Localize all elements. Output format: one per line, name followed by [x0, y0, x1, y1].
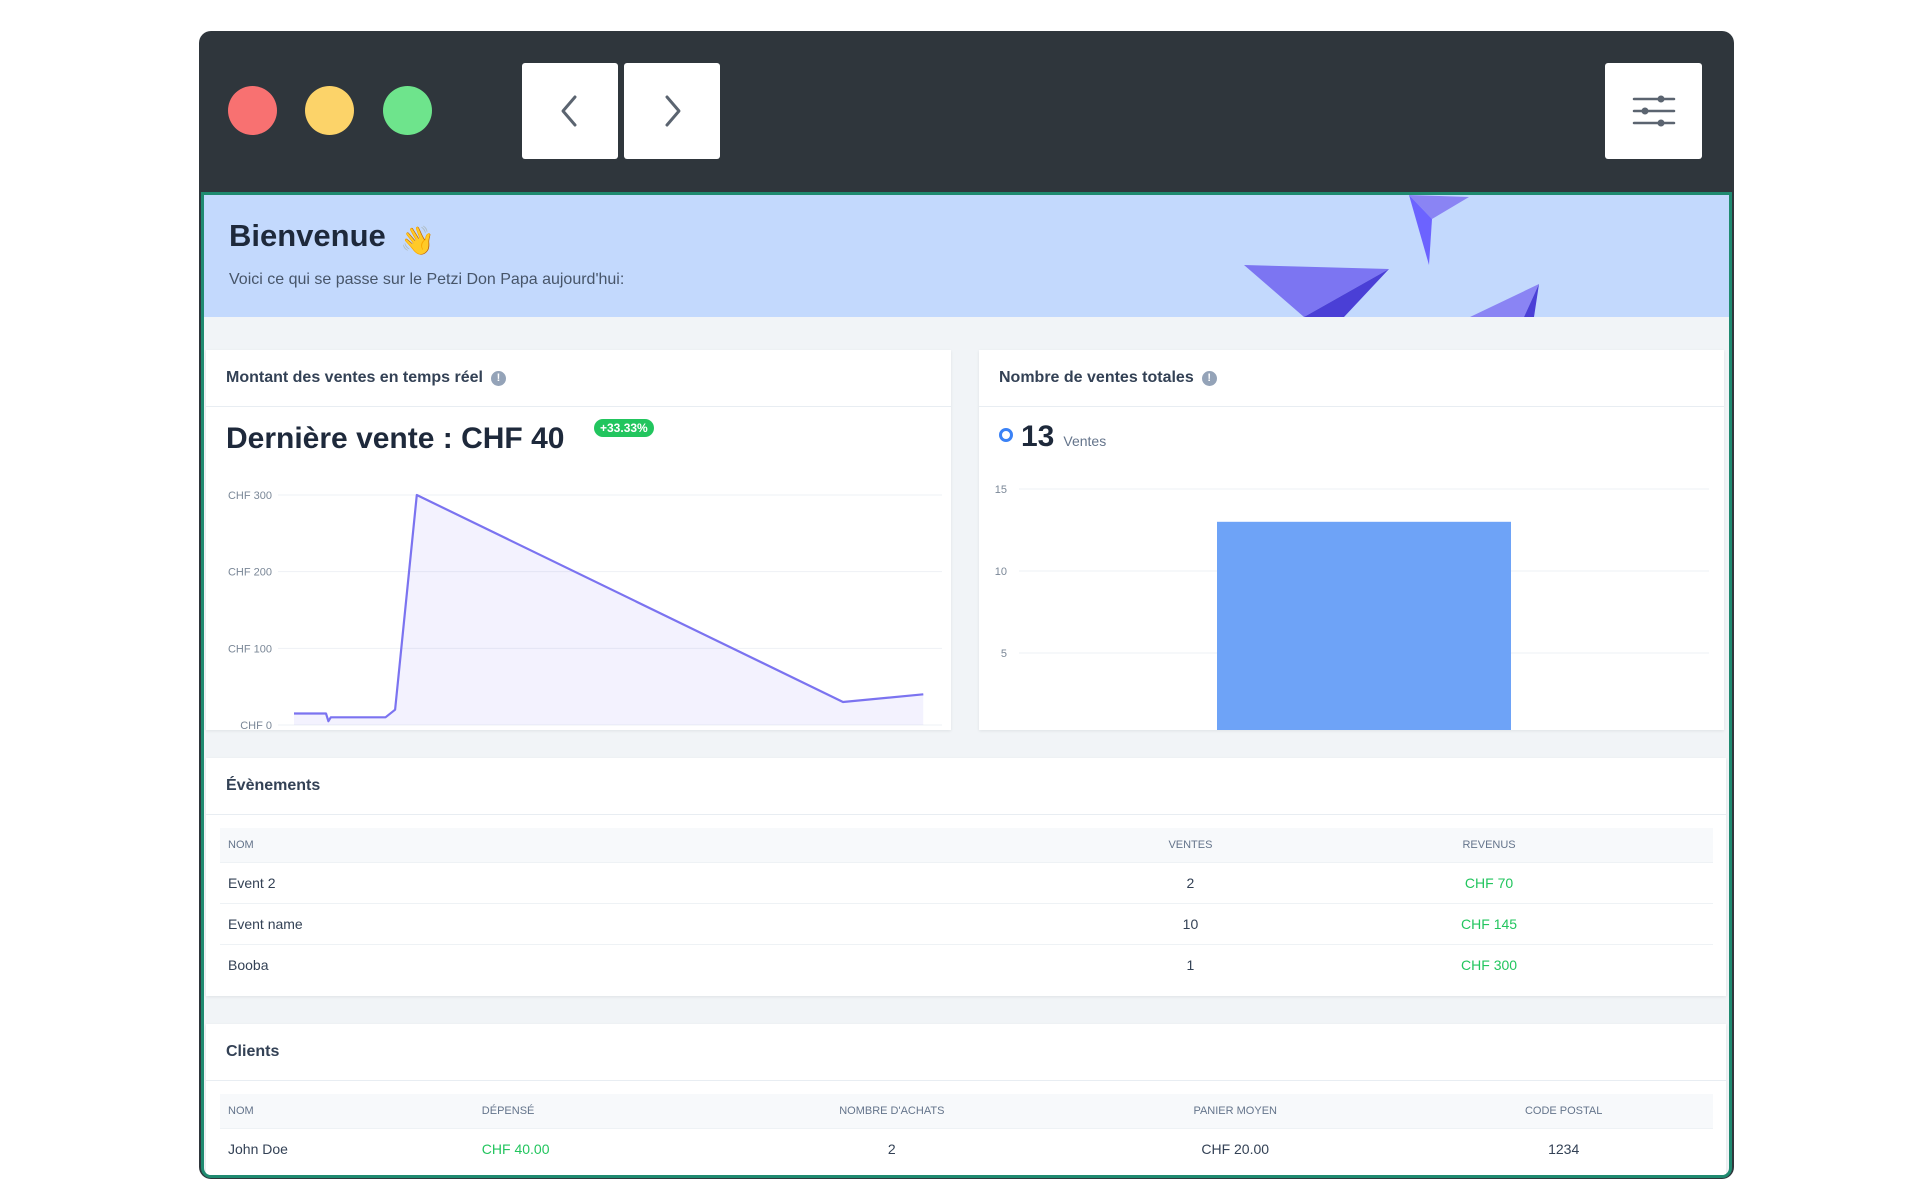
events-table-header: Nom Ventes Revenus [220, 828, 1713, 863]
table-row[interactable]: John Doe CHF 40.00 2 CHF 20.00 1234 [220, 1128, 1713, 1169]
client-name: John Doe [220, 1128, 474, 1169]
clients-table-header: Nom Dépensé Nombre d'achats Panier moyen… [220, 1094, 1713, 1129]
event-name: Booba [220, 944, 1116, 985]
page-viewport: Bienvenue 👋 Voici ce qui se passe sur le… [201, 192, 1732, 1178]
clients-header: Clients [206, 1024, 1726, 1081]
event-sales: 2 [1115, 862, 1266, 904]
sales-bar-chart: 05101506-01-24 [995, 484, 1709, 730]
client-purchases: 2 [727, 1128, 1057, 1169]
client-avg-basket: CHF 20.00 [1056, 1128, 1415, 1169]
clients-title: Clients [226, 1043, 280, 1060]
y-tick-label: 10 [995, 566, 1007, 578]
event-sales: 10 [1115, 903, 1266, 945]
event-sales: 1 [1115, 944, 1266, 985]
y-tick-label: 15 [995, 484, 1007, 496]
table-row[interactable]: Event 2 2 CHF 70 [220, 862, 1713, 904]
events-table: Nom Ventes Revenus Event 2 2 CHF 70 Even… [220, 828, 1713, 985]
event-name: Event name [220, 903, 1116, 945]
close-window-button[interactable] [228, 86, 277, 135]
column-header[interactable]: Revenus [1265, 828, 1713, 863]
column-header[interactable]: Nombre d'achats [727, 1094, 1057, 1129]
clients-table: Nom Dépensé Nombre d'achats Panier moyen… [220, 1094, 1713, 1169]
y-tick-label: CHF 0 [240, 720, 272, 730]
sales-line-chart: CHF 0CHF 100CHF 200CHF 30010:37:1512:31:… [228, 490, 942, 730]
client-spent: CHF 40.00 [473, 1128, 728, 1169]
y-tick-label: CHF 200 [228, 567, 272, 579]
y-tick-label: CHF 100 [228, 643, 272, 655]
back-button[interactable] [522, 63, 618, 159]
column-header[interactable]: Dépensé [473, 1094, 728, 1129]
browser-window: Bienvenue 👋 Voici ce qui se passe sur le… [199, 31, 1734, 1179]
event-revenue: CHF 145 [1265, 903, 1713, 945]
paper-planes-decoration [1244, 195, 1539, 317]
column-header[interactable]: Nom [220, 828, 1116, 863]
client-postal-code: 1234 [1414, 1128, 1713, 1169]
chevron-right-icon [665, 95, 681, 127]
settings-menu-button[interactable] [1605, 63, 1702, 159]
y-tick-label: CHF 300 [228, 490, 272, 502]
events-card: Évènements Nom Ventes Revenus Event 2 2 … [206, 758, 1726, 996]
column-header[interactable]: Ventes [1115, 828, 1266, 863]
column-header[interactable]: Code postal [1414, 1094, 1713, 1129]
title-bar [199, 31, 1734, 192]
bar [1217, 521, 1511, 730]
events-header: Évènements [206, 758, 1726, 815]
y-tick-label: 5 [1001, 648, 1007, 660]
table-row[interactable]: Event name 10 CHF 145 [220, 903, 1713, 945]
column-header[interactable]: Nom [220, 1094, 474, 1129]
sliders-icon [1632, 95, 1675, 127]
table-row[interactable]: Booba 1 CHF 300 [220, 944, 1713, 985]
event-revenue: CHF 70 [1265, 862, 1713, 904]
events-title: Évènements [226, 777, 321, 794]
clients-card: Clients Nom Dépensé Nombre d'achats Pani… [206, 1024, 1726, 1175]
event-revenue: CHF 300 [1265, 944, 1713, 985]
welcome-banner: Bienvenue 👋 Voici ce qui se passe sur le… [204, 195, 1729, 317]
forward-button[interactable] [624, 63, 720, 159]
event-name: Event 2 [220, 862, 1116, 904]
chevron-left-icon [561, 95, 577, 127]
total-sales-card: Nombre de ventes totales ! 13 Ventes 051… [979, 350, 1724, 730]
column-header[interactable]: Panier moyen [1056, 1094, 1415, 1129]
realtime-sales-card: Montant des ventes en temps réel ! Derni… [206, 350, 951, 730]
maximize-window-button[interactable] [383, 86, 432, 135]
minimize-window-button[interactable] [305, 86, 354, 135]
series-area [294, 495, 924, 725]
